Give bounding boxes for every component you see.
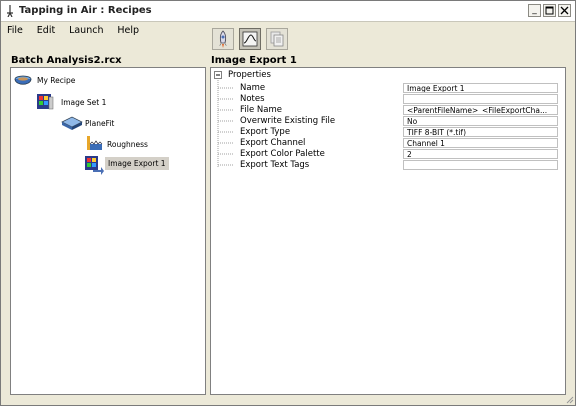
property-value-field[interactable]: 2 bbox=[403, 149, 558, 159]
tree-node-image-set[interactable]: Image Set 1 bbox=[35, 93, 185, 110]
roughness-icon bbox=[87, 136, 103, 150]
tree-node-my-recipe[interactable]: My Recipe bbox=[13, 72, 163, 88]
recipe-file-title: Batch Analysis2.rcx bbox=[11, 55, 122, 66]
graph-tool-button[interactable] bbox=[239, 28, 261, 50]
tree-node-label: My Recipe bbox=[37, 76, 76, 85]
tree-node-label: Image Set 1 bbox=[61, 98, 107, 107]
property-name: Export Color Palette bbox=[240, 149, 325, 159]
close-icon bbox=[560, 6, 569, 15]
rocket-icon bbox=[219, 30, 227, 48]
planefit-icon bbox=[61, 116, 83, 130]
menu-file[interactable]: File bbox=[7, 25, 23, 36]
property-value-field[interactable]: <ParentFileName>_<FileExportCha... bbox=[403, 105, 558, 115]
property-row-file-name: File Name <ParentFileName>_<FileExportCh… bbox=[211, 105, 561, 116]
tree-node-label: Image Export 1 bbox=[105, 157, 169, 170]
property-name: Export Text Tags bbox=[240, 160, 310, 170]
close-button[interactable] bbox=[558, 4, 571, 17]
image-set-icon bbox=[37, 94, 54, 110]
property-row-export-type: Export Type TIFF 8-BIT (*.tif) bbox=[211, 127, 561, 138]
property-name: Name bbox=[240, 83, 266, 93]
tree-node-label: Roughness bbox=[107, 140, 148, 149]
title-bar: Tapping in Air : Recipes _ bbox=[1, 1, 575, 22]
copy-icon bbox=[270, 31, 284, 47]
recipe-bowl-icon bbox=[14, 75, 32, 85]
property-row-notes: Notes bbox=[211, 94, 561, 105]
menu-launch[interactable]: Launch bbox=[69, 25, 103, 36]
minimize-icon: _ bbox=[532, 5, 537, 15]
resize-grip-icon[interactable] bbox=[564, 394, 574, 404]
copy-tool-button[interactable] bbox=[266, 28, 288, 50]
app-icon bbox=[7, 5, 13, 17]
property-value-field[interactable]: No bbox=[403, 116, 558, 126]
property-value-field[interactable]: Image Export 1 bbox=[403, 83, 558, 93]
properties-group-label: Properties bbox=[228, 70, 271, 80]
property-row-export-channel: Export Channel Channel 1 bbox=[211, 138, 561, 149]
property-row-name: Name Image Export 1 bbox=[211, 83, 561, 94]
properties-title: Image Export 1 bbox=[211, 55, 297, 66]
minimize-button[interactable]: _ bbox=[528, 4, 541, 17]
app-window: Tapping in Air : Recipes _ File Edit Lau… bbox=[0, 0, 576, 406]
property-name: Export Channel bbox=[240, 138, 306, 148]
collapse-toggle[interactable] bbox=[214, 71, 222, 79]
menu-bar: File Edit Launch Help bbox=[7, 25, 150, 39]
property-row-color-palette: Export Color Palette 2 bbox=[211, 149, 561, 160]
tree-node-image-export[interactable]: Image Export 1 bbox=[84, 155, 174, 175]
window-title: Tapping in Air : Recipes bbox=[19, 5, 152, 16]
launch-tool-button[interactable] bbox=[212, 28, 234, 50]
maximize-button[interactable] bbox=[543, 4, 556, 17]
property-name: File Name bbox=[240, 105, 283, 115]
minus-icon bbox=[216, 74, 220, 76]
maximize-icon bbox=[545, 6, 554, 15]
property-row-overwrite: Overwrite Existing File No bbox=[211, 116, 561, 127]
property-value-field[interactable] bbox=[403, 94, 558, 104]
property-value-field[interactable]: TIFF 8-BIT (*.tif) bbox=[403, 127, 558, 137]
property-row-text-tags: Export Text Tags bbox=[211, 160, 561, 171]
image-export-icon bbox=[85, 156, 104, 175]
menu-help[interactable]: Help bbox=[117, 25, 139, 36]
property-name: Export Type bbox=[240, 127, 291, 137]
graph-icon bbox=[242, 31, 258, 47]
property-name: Notes bbox=[240, 94, 265, 104]
tree-node-roughness[interactable]: Roughness bbox=[84, 134, 204, 150]
tree-node-planefit[interactable]: PlaneFit bbox=[60, 114, 200, 130]
properties-panel: Properties Name Image Export 1 Notes Fil… bbox=[210, 67, 566, 395]
recipe-tree-panel: My Recipe Image Set 1 PlaneFit Roughness… bbox=[10, 67, 206, 395]
tree-node-label: PlaneFit bbox=[85, 119, 115, 128]
property-value-field[interactable] bbox=[403, 160, 558, 170]
menu-edit[interactable]: Edit bbox=[37, 25, 55, 36]
property-value-field[interactable]: Channel 1 bbox=[403, 138, 558, 148]
property-name: Overwrite Existing File bbox=[240, 116, 336, 126]
